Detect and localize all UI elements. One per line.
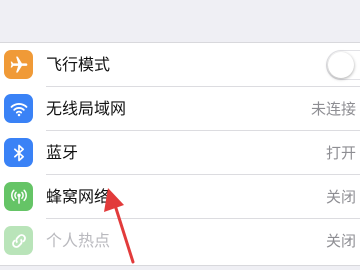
bluetooth-icon	[4, 138, 33, 167]
hotspot-icon	[4, 226, 33, 255]
settings-row-personal-hotspot[interactable]: 个人热点 关闭	[0, 219, 360, 263]
airplane-icon	[4, 50, 33, 79]
settings-row-label: 蜂窝网络	[46, 187, 111, 206]
settings-row-cellular[interactable]: 蜂窝网络 关闭	[0, 175, 360, 219]
settings-row-wifi[interactable]: 无线局域网 未连接	[0, 87, 360, 131]
cellular-icon	[4, 182, 33, 211]
wifi-icon	[4, 94, 33, 123]
top-spacer	[0, 0, 360, 42]
wifi-status: 未连接	[310, 100, 356, 118]
hotspot-status: 关闭	[325, 232, 356, 250]
settings-row-label: 飞行模式	[46, 55, 111, 74]
airplane-mode-toggle[interactable]	[326, 50, 360, 80]
settings-row-label: 个人热点	[46, 231, 111, 250]
settings-group: 飞行模式 无线局域网 未连接 蓝牙 打开 蜂窝网络 关闭 个人热点 关闭	[0, 42, 360, 266]
settings-row-label: 无线局域网	[46, 99, 127, 118]
settings-row-label: 蓝牙	[46, 143, 79, 162]
bluetooth-status: 打开	[325, 144, 356, 162]
toggle-knob	[328, 52, 354, 78]
cellular-status: 关闭	[325, 188, 356, 206]
settings-row-bluetooth[interactable]: 蓝牙 打开	[0, 131, 360, 175]
settings-row-airplane-mode[interactable]: 飞行模式	[0, 43, 360, 87]
